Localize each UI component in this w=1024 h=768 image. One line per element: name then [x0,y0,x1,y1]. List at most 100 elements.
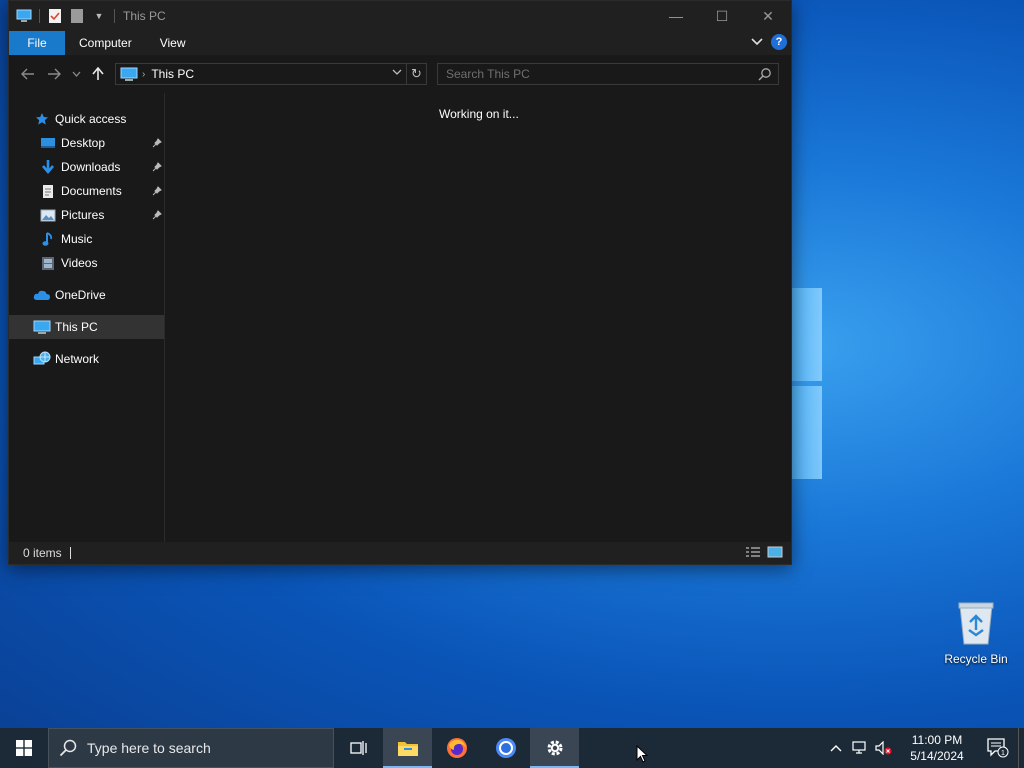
firefox-icon [446,738,467,758]
window-title: This PC [123,9,166,23]
sidebar-item-onedrive[interactable]: OneDrive [9,283,164,307]
customize-toolbar-chevron-icon[interactable]: ▼ [90,7,108,25]
windows-logo-icon [16,740,32,756]
sidebar-item-label: Pictures [61,208,105,222]
pin-icon[interactable] [152,137,162,151]
sidebar-item-label: Downloads [61,160,121,174]
sidebar-item-this-pc[interactable]: This PC [9,315,164,339]
back-button[interactable] [15,61,41,87]
refresh-button[interactable]: ↻ [406,64,426,84]
system-tray: 11:00 PM 5/14/2024 1 [824,728,1024,768]
pin-icon[interactable] [152,161,162,175]
new-folder-icon[interactable] [68,7,86,25]
recycle-bin-icon [956,600,996,646]
sidebar-item-label: OneDrive [55,288,106,302]
forward-button[interactable] [41,61,67,87]
close-button[interactable]: ✕ [745,1,791,31]
taskbar-search-placeholder: Type here to search [87,740,211,756]
large-icons-view-icon[interactable] [767,546,783,561]
sidebar-item-quick-access[interactable]: Quick access [9,107,164,131]
search-icon [59,739,77,757]
this-pc-icon [33,318,51,336]
network-globe-icon [33,350,51,368]
star-icon [33,110,51,128]
chevron-up-icon [830,745,842,752]
content-pane[interactable]: Working on it... [165,93,791,542]
sidebar-item-downloads[interactable]: Downloads [9,155,164,179]
recycle-bin-shortcut[interactable]: Recycle Bin [940,600,1012,666]
status-divider [69,547,71,559]
task-view-icon [349,741,367,755]
taskbar: Type here to search 11:00 PM 5/14/2024 1 [0,728,1024,768]
status-bar: 0 items [9,542,791,564]
tab-computer[interactable]: Computer [65,31,146,55]
desktop-folder-icon [39,134,57,152]
sidebar-item-videos[interactable]: Videos [9,251,164,275]
search-input[interactable] [446,67,746,81]
expand-ribbon-chevron-icon[interactable] [751,35,763,49]
details-view-icon[interactable] [745,546,761,561]
show-desktop-button[interactable] [1018,728,1024,768]
maximize-button[interactable]: ☐ [699,1,745,31]
start-button[interactable] [0,728,48,768]
navigation-bar: › This PC ↻ [9,55,791,93]
this-pc-icon [15,7,33,25]
network-status-button[interactable] [848,728,872,768]
show-hidden-icons-button[interactable] [824,728,848,768]
download-arrow-icon [39,158,57,176]
title-bar[interactable]: ▼ This PC — ☐ ✕ [9,1,791,31]
clock[interactable]: 11:00 PM 5/14/2024 [902,732,972,764]
document-icon [39,182,57,200]
quick-access-toolbar: ▼ [9,7,117,25]
this-pc-icon [120,67,138,81]
action-center-button[interactable]: 1 [978,728,1018,768]
volume-muted-icon [875,741,892,755]
address-dropdown-chevron-icon[interactable] [392,67,402,78]
taskbar-search-box[interactable]: Type here to search [48,728,334,768]
help-button[interactable]: ? [771,34,787,50]
breadcrumb-chevron-icon: › [142,68,146,80]
gear-icon [547,740,562,756]
network-icon [852,741,866,754]
loading-status-text: Working on it... [439,107,519,121]
notification-count: 1 [1001,750,1005,757]
navigation-pane: Quick access Desktop Downloads Documents… [9,93,165,542]
firefox-taskbar-button[interactable] [432,728,481,768]
sidebar-item-label: Quick access [55,112,127,126]
file-explorer-window: ▼ This PC — ☐ ✕ File Computer View ? › T… [8,0,792,565]
file-explorer-taskbar-button[interactable] [383,728,432,768]
recent-locations-chevron-icon[interactable] [67,61,85,87]
pin-icon[interactable] [152,209,162,223]
sidebar-item-documents[interactable]: Documents [9,179,164,203]
tab-file[interactable]: File [9,31,65,55]
address-bar[interactable]: › This PC ↻ [115,63,427,85]
search-box[interactable] [437,63,779,85]
recycle-bin-label: Recycle Bin [944,652,1008,666]
video-film-icon [39,254,57,272]
notification-icon: 1 [987,738,1009,758]
sidebar-item-desktop[interactable]: Desktop [9,131,164,155]
tab-view[interactable]: View [146,31,200,55]
minimize-button[interactable]: — [653,1,699,31]
settings-taskbar-button[interactable] [530,728,579,768]
folder-icon [397,742,418,756]
sidebar-item-label: Videos [61,256,98,270]
sidebar-item-label: Documents [61,184,122,198]
breadcrumb-this-pc[interactable]: This PC [151,67,194,81]
up-button[interactable] [85,61,111,87]
pin-icon[interactable] [152,185,162,199]
sidebar-item-label: Network [55,352,100,366]
sidebar-item-label: Desktop [61,136,106,150]
properties-icon[interactable] [46,7,64,25]
pictures-icon [39,206,57,224]
sidebar-item-music[interactable]: Music [9,227,164,251]
volume-button[interactable] [872,728,896,768]
cloud-icon [33,286,51,304]
clock-date: 5/14/2024 [910,749,964,763]
chrome-taskbar-button[interactable] [481,728,530,768]
clock-time: 11:00 PM [911,733,963,747]
task-view-button[interactable] [334,728,383,768]
mouse-cursor-icon [636,744,649,766]
sidebar-item-network[interactable]: Network [9,347,164,371]
sidebar-item-pictures[interactable]: Pictures [9,203,164,227]
